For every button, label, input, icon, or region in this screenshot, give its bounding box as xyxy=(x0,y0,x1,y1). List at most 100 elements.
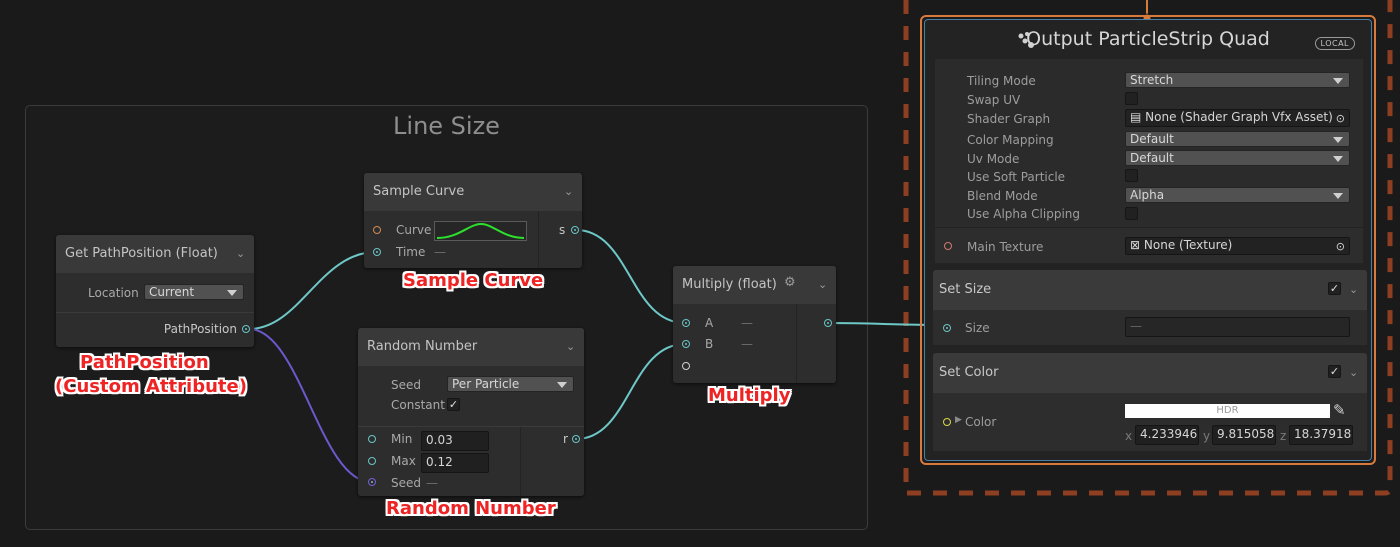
dropdown-arrow-icon xyxy=(227,290,237,296)
x-label: x xyxy=(1125,429,1133,443)
use-alpha-clipping-checkbox[interactable] xyxy=(1125,207,1138,220)
b-port[interactable] xyxy=(682,340,690,348)
annotation-random-number: Random Number xyxy=(386,498,556,519)
divider xyxy=(56,312,254,313)
node-multiply[interactable]: Multiply (float) ⚙ ⌄ A — B — xyxy=(673,266,836,383)
node-header[interactable]: Get PathPosition (Float) ⌄ xyxy=(56,235,254,273)
set-size-block-header[interactable]: Set Size ✓ ⌄ xyxy=(933,270,1367,310)
context-body: Output ParticleStrip Quad LOCAL Tiling M… xyxy=(924,19,1372,461)
object-picker-icon[interactable]: ⊙ xyxy=(1336,239,1345,254)
shader-graph-value: None (Shader Graph Vfx Asset) xyxy=(1145,110,1333,124)
z-field[interactable]: 18.37918 xyxy=(1289,425,1353,445)
set-color-block-header[interactable]: Set Color ✓ ⌄ xyxy=(933,353,1367,393)
color-mapping-dropdown[interactable]: Default xyxy=(1125,131,1350,147)
chevron-down-icon[interactable]: ⌄ xyxy=(564,186,574,197)
uv-mode-dropdown[interactable]: Default xyxy=(1125,150,1350,166)
b-value[interactable]: — xyxy=(741,337,753,351)
main-texture-label: Main Texture xyxy=(967,240,1044,254)
divider xyxy=(520,427,521,496)
dropdown-arrow-icon xyxy=(1333,193,1343,199)
color-mapping-label: Color Mapping xyxy=(967,133,1054,147)
y-field[interactable]: 9.815058 xyxy=(1212,425,1276,445)
uv-mode-value: Default xyxy=(1130,151,1174,165)
curve-preview[interactable] xyxy=(434,221,527,241)
node-random-number[interactable]: Random Number ⌄ Seed Per Particle Consta… xyxy=(358,328,584,496)
seed-mode-dropdown[interactable]: Per Particle xyxy=(447,376,574,392)
use-soft-particle-checkbox[interactable] xyxy=(1125,169,1138,182)
hdr-color-swatch[interactable]: HDR xyxy=(1125,404,1330,418)
location-dropdown[interactable]: Current xyxy=(144,284,244,300)
time-port[interactable] xyxy=(373,248,381,256)
tiling-mode-label: Tiling Mode xyxy=(967,74,1036,88)
wire-r-to-b xyxy=(575,343,686,440)
r-output-port[interactable] xyxy=(572,435,580,443)
curve-port[interactable] xyxy=(373,226,381,234)
chevron-down-icon[interactable]: ⌄ xyxy=(1349,367,1359,378)
node-title: Sample Curve xyxy=(373,184,465,199)
node-header[interactable]: Sample Curve ⌄ xyxy=(364,173,582,211)
annotation-sample-curve: Sample Curve xyxy=(403,270,544,291)
use-alpha-clipping-label: Use Alpha Clipping xyxy=(967,207,1081,221)
main-texture-field[interactable]: ⊠ None (Texture) ⊙ xyxy=(1125,237,1350,255)
time-label: Time xyxy=(396,245,426,259)
size-port[interactable] xyxy=(943,324,951,332)
chevron-down-icon[interactable]: ⌄ xyxy=(818,279,828,290)
min-port[interactable] xyxy=(368,435,376,443)
max-label: Max xyxy=(391,454,416,468)
size-field[interactable]: — xyxy=(1125,317,1350,337)
min-label: Min xyxy=(391,432,413,446)
multiply-output-port[interactable] xyxy=(824,319,832,327)
seed-port[interactable] xyxy=(368,478,376,486)
r-output-label: r xyxy=(563,432,568,446)
gear-icon[interactable]: ⚙ xyxy=(784,276,796,289)
node-header[interactable]: Random Number ⌄ xyxy=(358,328,584,366)
set-color-enable-checkbox[interactable]: ✓ xyxy=(1328,365,1341,378)
y-label: y xyxy=(1203,429,1211,443)
node-header[interactable]: Multiply (float) ⚙ ⌄ xyxy=(673,266,836,304)
constant-checkbox[interactable]: ✓ xyxy=(447,398,460,411)
swap-uv-label: Swap UV xyxy=(967,93,1021,107)
file-icon: ▤ xyxy=(1130,110,1142,124)
color-port[interactable] xyxy=(943,418,951,426)
add-operand-port[interactable] xyxy=(682,362,690,370)
x-field[interactable]: 4.233946 xyxy=(1135,425,1199,445)
node-get-path-position[interactable]: Get PathPosition (Float) ⌄ Location Curr… xyxy=(56,235,254,347)
a-label: A xyxy=(705,316,714,330)
use-soft-particle-label: Use Soft Particle xyxy=(967,170,1066,184)
object-picker-icon[interactable]: ⊙ xyxy=(1336,111,1345,126)
expand-arrow-icon[interactable]: ▶ xyxy=(955,415,962,425)
output-port[interactable] xyxy=(242,325,250,333)
output-context-block[interactable]: Output ParticleStrip Quad LOCAL Tiling M… xyxy=(920,15,1376,465)
annotation-custom-attribute: (Custom Attribute) xyxy=(55,376,247,397)
main-texture-port[interactable] xyxy=(944,242,952,250)
dropdown-arrow-icon xyxy=(1333,137,1343,143)
seed-mode-label: Seed xyxy=(391,378,421,392)
local-space-badge[interactable]: LOCAL xyxy=(1314,37,1355,50)
chevron-down-icon[interactable]: ⌄ xyxy=(1349,284,1359,295)
dropdown-arrow-icon xyxy=(1333,156,1343,162)
chevron-down-icon[interactable]: ⌄ xyxy=(236,248,246,259)
node-sample-curve[interactable]: Sample Curve ⌄ Curve Time — s xyxy=(364,173,582,268)
s-output-label: s xyxy=(559,223,566,237)
seed-port-label: Seed xyxy=(391,476,421,490)
time-value[interactable]: — xyxy=(434,245,446,259)
seed-port-value[interactable]: — xyxy=(426,476,438,490)
tiling-mode-dropdown[interactable]: Stretch xyxy=(1125,72,1350,88)
node-title: Multiply (float) xyxy=(682,277,777,292)
max-port[interactable] xyxy=(368,457,376,465)
blend-mode-dropdown[interactable]: Alpha xyxy=(1125,187,1350,203)
max-field[interactable]: 0.12 xyxy=(421,453,489,473)
annotation-path-position: PathPosition xyxy=(80,352,209,373)
location-value: Current xyxy=(149,285,195,299)
set-size-enable-checkbox[interactable]: ✓ xyxy=(1328,282,1341,295)
shader-graph-field[interactable]: ▤ None (Shader Graph Vfx Asset) ⊙ xyxy=(1125,109,1350,127)
chevron-down-icon[interactable]: ⌄ xyxy=(566,341,576,352)
min-field[interactable]: 0.03 xyxy=(421,431,489,451)
a-port[interactable] xyxy=(682,319,690,327)
a-value[interactable]: — xyxy=(741,316,753,330)
tiling-mode-value: Stretch xyxy=(1130,73,1174,87)
s-output-port[interactable] xyxy=(571,226,579,234)
swap-uv-checkbox[interactable] xyxy=(1125,92,1138,105)
eyedropper-icon[interactable]: ✎ xyxy=(1333,401,1346,419)
location-label: Location xyxy=(88,286,139,300)
